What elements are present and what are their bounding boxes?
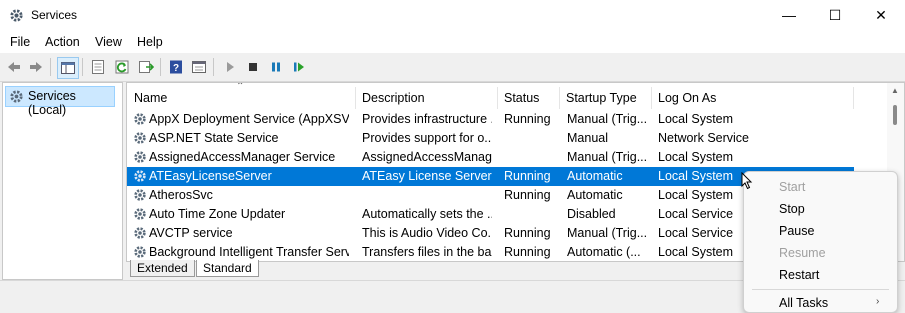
list-header: Name ⌃ Description Status Startup Type Lo…: [127, 83, 887, 109]
cell-desc: ATEasy License Server: [362, 169, 492, 183]
service-gear-icon: [134, 170, 146, 182]
cell-startup: Manual (Trig...: [567, 150, 648, 164]
services-gear-icon: [10, 90, 23, 103]
mouse-cursor-icon: [741, 172, 753, 190]
menu-item-start[interactable]: Start: [779, 180, 805, 194]
scroll-up-icon[interactable]: ▲: [891, 86, 899, 95]
cell-startup: Disabled: [567, 207, 616, 221]
column-header-startup-type[interactable]: Startup Type: [559, 87, 652, 109]
minimize-button[interactable]: —: [766, 0, 812, 31]
service-gear-icon: [134, 189, 146, 201]
service-gear-icon: [134, 113, 146, 125]
cell-name: ASP.NET State Service: [149, 131, 279, 145]
maximize-button[interactable]: ☐: [812, 0, 858, 31]
forward-arrow-icon[interactable]: [26, 57, 46, 77]
cell-startup: Automatic: [567, 188, 623, 202]
service-gear-icon: [134, 227, 146, 239]
menu-separator: [752, 289, 889, 290]
cell-name: AppX Deployment Service (AppXSVC): [149, 112, 349, 126]
menu-help[interactable]: Help: [137, 35, 163, 49]
table-row[interactable]: AssignedAccessManager Service AssignedAcc…: [127, 148, 854, 167]
refresh-icon[interactable]: [112, 57, 132, 77]
cell-logon: Local System: [658, 112, 734, 126]
detail-view-icon[interactable]: [189, 57, 209, 77]
scrollbar-thumb[interactable]: [893, 105, 897, 125]
context-menu: Start Stop Pause Resume Restart All Task…: [743, 171, 898, 313]
cell-status: Running: [504, 188, 551, 202]
console-tree-icon[interactable]: [57, 57, 79, 79]
title-bar: Services — ☐ ✕: [0, 0, 905, 31]
cell-desc: Provides infrastructure ...: [362, 112, 492, 126]
stop-service-icon[interactable]: [243, 57, 263, 77]
close-button[interactable]: ✕: [858, 0, 904, 31]
cell-startup: Manual: [567, 131, 608, 145]
column-header-description[interactable]: Description: [355, 87, 498, 109]
service-gear-icon: [134, 246, 146, 258]
cell-startup: Automatic: [567, 169, 623, 183]
cell-logon: Network Service: [658, 131, 749, 145]
back-arrow-icon[interactable]: [4, 57, 24, 77]
start-service-icon[interactable]: [220, 57, 240, 77]
svg-text:?: ?: [173, 63, 179, 74]
tree-item-services-local[interactable]: Services (Local): [5, 86, 115, 117]
menu-item-restart[interactable]: Restart: [779, 268, 819, 282]
cell-desc: Provides support for o...: [362, 131, 492, 145]
service-gear-icon: [134, 151, 146, 163]
column-header-status[interactable]: Status: [497, 87, 560, 109]
cell-name: AtherosSvc: [149, 188, 213, 202]
menu-bar: File Action View Help: [0, 31, 905, 53]
tree-item-label: Services (Local): [28, 89, 76, 117]
cell-startup: Automatic (...: [567, 245, 641, 259]
tab-extended[interactable]: Extended: [130, 260, 195, 277]
column-header-name[interactable]: Name ⌃: [127, 83, 356, 109]
cell-name: ATEasyLicenseServer: [149, 169, 272, 183]
menu-item-resume[interactable]: Resume: [779, 246, 826, 260]
cell-startup: Manual (Trig...: [567, 112, 648, 126]
cell-name: Auto Time Zone Updater: [149, 207, 286, 221]
menu-item-pause[interactable]: Pause: [779, 224, 814, 238]
table-row[interactable]: AppX Deployment Service (AppXSVC) Provide…: [127, 110, 854, 129]
table-row[interactable]: ASP.NET State Service Provides support fo…: [127, 129, 854, 148]
window-title: Services: [31, 8, 78, 22]
service-gear-icon: [134, 208, 146, 220]
toolbar: ?: [0, 53, 905, 82]
cell-desc: Transfers files in the ba...: [362, 245, 492, 259]
help-icon[interactable]: ?: [166, 57, 186, 77]
services-gear-icon: [10, 9, 23, 22]
cell-name: Background Intelligent Transfer Servi...: [149, 245, 349, 259]
service-gear-icon: [134, 132, 146, 144]
sort-ascending-icon: ⌃: [236, 82, 245, 92]
menu-action[interactable]: Action: [45, 35, 80, 49]
menu-item-stop[interactable]: Stop: [779, 202, 805, 216]
cell-status: Running: [504, 226, 551, 240]
cell-name: AssignedAccessManager Service: [149, 150, 336, 164]
export-list-icon[interactable]: [136, 57, 156, 77]
cell-startup: Manual (Trig...: [567, 226, 648, 240]
cell-desc: Automatically sets the ...: [362, 207, 492, 221]
cell-desc: AssignedAccessManag...: [362, 150, 492, 164]
properties-icon[interactable]: [88, 57, 108, 77]
cell-status: Running: [504, 169, 551, 183]
menu-item-all-tasks[interactable]: All Tasks: [779, 296, 828, 310]
resume-service-icon[interactable]: [289, 57, 309, 77]
console-tree-pane: Services (Local): [2, 82, 123, 280]
cell-status: Running: [504, 112, 551, 126]
pause-service-icon[interactable]: [266, 57, 286, 77]
cell-desc: This is Audio Video Co...: [362, 226, 492, 240]
cell-name: AVCTP service: [149, 226, 233, 240]
menu-view[interactable]: View: [95, 35, 122, 49]
cell-logon: Local System: [658, 150, 734, 164]
column-header-log-on-as[interactable]: Log On As: [651, 87, 854, 109]
tab-standard[interactable]: Standard: [196, 260, 259, 277]
menu-file[interactable]: File: [10, 35, 30, 49]
cell-status: Running: [504, 245, 551, 259]
